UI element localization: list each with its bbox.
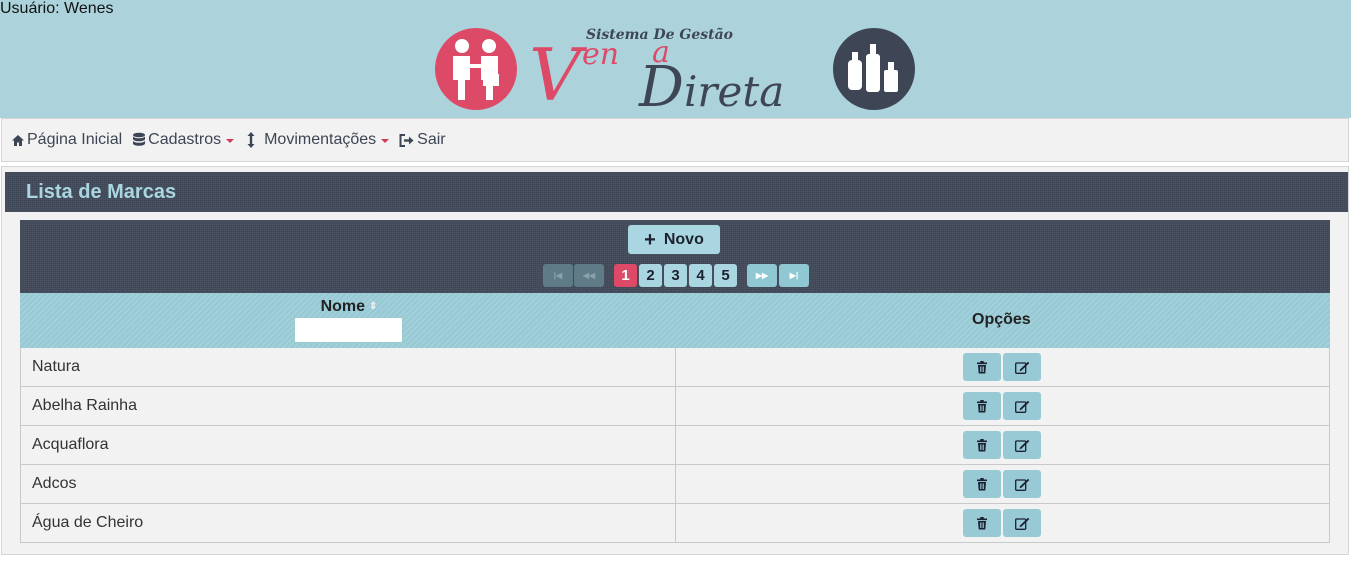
delete-button[interactable] [963, 353, 1001, 381]
brand-name: Água de Cheiro [21, 504, 676, 542]
brand-name: Acquaflora [21, 426, 676, 464]
edit-icon [1014, 361, 1029, 374]
edit-icon [1014, 517, 1029, 530]
plus-icon: + [644, 228, 656, 251]
edit-button[interactable] [1003, 431, 1041, 459]
brand-name: Abelha Rainha [21, 387, 676, 425]
pagination: |◀ ◀◀ 1 2 3 4 5 ▶▶ ▶| [543, 264, 809, 287]
table-header: Nome ⇕ Opções [20, 293, 1330, 348]
column-nome[interactable]: Nome ⇕ [295, 298, 403, 316]
sort-icon[interactable]: ⇕ [369, 301, 377, 312]
next-page-button[interactable]: ▶▶ [747, 264, 777, 287]
table-toolbar: + Novo |◀ ◀◀ 1 2 3 4 5 ▶▶ ▶| [20, 220, 1330, 293]
nav-sair[interactable]: Sair [399, 131, 446, 149]
sign-out-icon [399, 133, 414, 147]
edit-icon [1014, 439, 1029, 452]
column-opcoes: Opções [972, 311, 1031, 328]
nav-home[interactable]: Página Inicial [11, 131, 122, 149]
logo: Sistema De Gestão V en a D ireta [435, 26, 915, 114]
table-row: Natura [20, 348, 1330, 387]
nav-cadastros-label: Cadastros [148, 131, 222, 148]
trash-icon [977, 360, 987, 373]
first-page-button[interactable]: |◀ [543, 264, 573, 287]
page-1-button[interactable]: 1 [614, 264, 637, 287]
brand-name: Adcos [21, 465, 676, 503]
brand-name: Natura [21, 348, 676, 386]
vertical-arrows-icon [247, 132, 255, 148]
handshake-icon [435, 28, 517, 110]
delete-button[interactable] [963, 509, 1001, 537]
edit-button[interactable] [1003, 353, 1041, 381]
brands-panel: Lista de Marcas + Novo |◀ ◀◀ 1 2 3 4 5 ▶… [1, 166, 1349, 555]
table-row: Água de Cheiro [20, 504, 1330, 543]
delete-button[interactable] [963, 431, 1001, 459]
nav-movimentacoes-label: Movimentações [264, 131, 377, 148]
page-3-button[interactable]: 3 [664, 264, 687, 287]
nav-home-label: Página Inicial [27, 131, 123, 148]
caret-down-icon [381, 139, 390, 143]
page-4-button[interactable]: 4 [689, 264, 712, 287]
svg-text:D: D [638, 55, 684, 114]
edit-icon [1014, 400, 1029, 413]
delete-button[interactable] [963, 392, 1001, 420]
edit-button[interactable] [1003, 509, 1041, 537]
table-body: Natura Abelha Rainha Acquaflora Adcos Ág… [20, 348, 1330, 543]
nav-cadastros[interactable]: Cadastros [132, 131, 235, 149]
trash-icon [977, 477, 987, 490]
edit-button[interactable] [1003, 470, 1041, 498]
user-label: Usuário: Wenes [0, 0, 114, 17]
table-row: Adcos [20, 465, 1330, 504]
prev-page-button[interactable]: ◀◀ [574, 264, 604, 287]
page-5-button[interactable]: 5 [714, 264, 737, 287]
database-icon [133, 132, 146, 146]
nav-movimentacoes[interactable]: Movimentações [244, 131, 390, 149]
caret-down-icon [226, 139, 235, 143]
page-2-button[interactable]: 2 [639, 264, 662, 287]
delete-button[interactable] [963, 470, 1001, 498]
home-icon [12, 134, 24, 146]
navbar: Página Inicial Cadastros Movimentações S… [1, 118, 1349, 162]
new-button-label: Novo [663, 230, 704, 248]
svg-text:V: V [529, 33, 588, 114]
trash-icon [977, 438, 987, 451]
edit-icon [1014, 478, 1029, 491]
panel-title: Lista de Marcas [5, 172, 1348, 212]
column-nome-label: Nome [320, 298, 366, 315]
trash-icon [977, 516, 987, 529]
trash-icon [977, 399, 987, 412]
edit-button[interactable] [1003, 392, 1041, 420]
last-page-button[interactable]: ▶| [779, 264, 809, 287]
name-filter-input[interactable] [294, 317, 403, 343]
svg-text:en: en [582, 37, 619, 72]
table-row: Abelha Rainha [20, 387, 1330, 426]
new-button[interactable]: + Novo [628, 225, 720, 254]
table-row: Acquaflora [20, 426, 1330, 465]
svg-text:ireta: ireta [684, 67, 784, 114]
header: Usuário: Wenes Sistema De Gestão V en a … [0, 0, 1351, 118]
nav-sair-label: Sair [417, 131, 446, 148]
